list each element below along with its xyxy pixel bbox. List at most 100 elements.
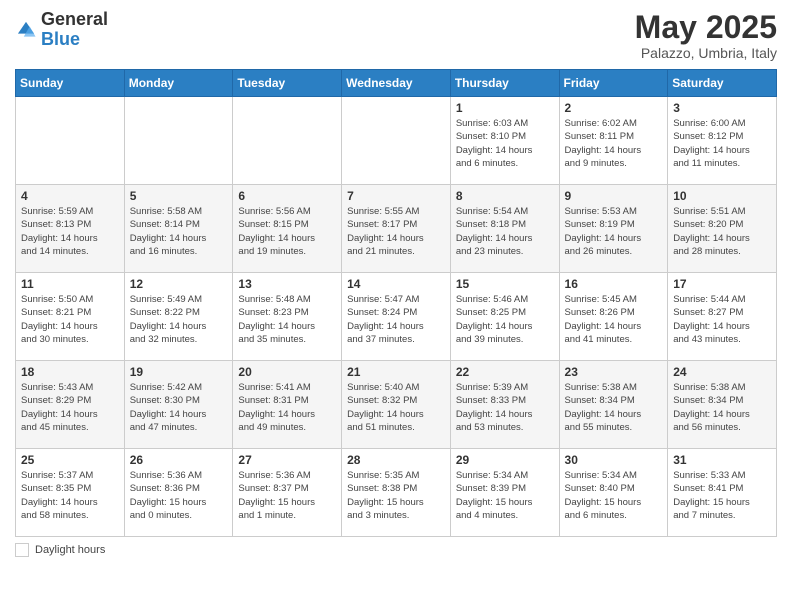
logo-icon [15,19,37,41]
day-cell: 20 Sunrise: 5:41 AM Sunset: 8:31 PM Dayli… [233,361,342,449]
day-cell: 28 Sunrise: 5:35 AM Sunset: 8:38 PM Dayli… [342,449,451,537]
footer: Daylight hours [15,543,777,557]
day-number: 6 [238,189,336,203]
daylight-label: Daylight hours [35,544,105,556]
col-monday: Monday [124,70,233,97]
day-info: Sunrise: 5:44 AM Sunset: 8:27 PM Dayligh… [673,293,771,346]
day-number: 9 [565,189,663,203]
day-number: 23 [565,365,663,379]
day-cell: 2Sunrise: 6:02 AM Sunset: 8:11 PM Daylig… [559,97,668,185]
day-number: 10 [673,189,771,203]
day-number: 12 [130,277,228,291]
day-cell [342,97,451,185]
day-cell [16,97,125,185]
logo-text: General Blue [41,10,108,50]
col-friday: Friday [559,70,668,97]
day-number: 5 [130,189,228,203]
week-row-2: 4Sunrise: 5:59 AM Sunset: 8:13 PM Daylig… [16,185,777,273]
day-cell: 22 Sunrise: 5:39 AM Sunset: 8:33 PM Dayli… [450,361,559,449]
daylight-box-icon [15,543,29,557]
day-cell: 30Sunrise: 5:34 AM Sunset: 8:40 PM Dayli… [559,449,668,537]
day-info: Sunrise: 5:51 AM Sunset: 8:20 PM Dayligh… [673,205,771,258]
day-number: 20 [238,365,336,379]
day-info: Sunrise: 5:43 AM Sunset: 8:29 PM Dayligh… [21,381,119,434]
day-cell: 1 Sunrise: 6:03 AM Sunset: 8:10 PM Daylig… [450,97,559,185]
day-cell: 6Sunrise: 5:56 AM Sunset: 8:15 PM Daylig… [233,185,342,273]
day-number: 8 [456,189,554,203]
day-number: 11 [21,277,119,291]
logo: General Blue [15,10,108,50]
day-number: 13 [238,277,336,291]
day-info: Sunrise: 5:37 AM Sunset: 8:35 PM Dayligh… [21,469,119,522]
day-number: 3 [673,101,771,115]
day-number: 14 [347,277,445,291]
day-number: 4 [21,189,119,203]
day-cell: 19 Sunrise: 5:42 AM Sunset: 8:30 PM Dayli… [124,361,233,449]
day-number: 19 [130,365,228,379]
day-number: 2 [565,101,663,115]
day-info: Sunrise: 5:39 AM Sunset: 8:33 PM Dayligh… [456,381,554,434]
day-info: Sunrise: 5:41 AM Sunset: 8:31 PM Dayligh… [238,381,336,434]
day-cell: 11 Sunrise: 5:50 AM Sunset: 8:21 PM Dayli… [16,273,125,361]
day-info: Sunrise: 5:33 AM Sunset: 8:41 PM Dayligh… [673,469,771,522]
day-number: 15 [456,277,554,291]
day-info: Sunrise: 5:48 AM Sunset: 8:23 PM Dayligh… [238,293,336,346]
day-number: 22 [456,365,554,379]
month-title: May 2025 [635,10,777,45]
title-block: May 2025 Palazzo, Umbria, Italy [635,10,777,61]
day-info: Sunrise: 5:49 AM Sunset: 8:22 PM Dayligh… [130,293,228,346]
day-info: Sunrise: 5:46 AM Sunset: 8:25 PM Dayligh… [456,293,554,346]
day-number: 29 [456,453,554,467]
day-number: 24 [673,365,771,379]
day-info: Sunrise: 5:40 AM Sunset: 8:32 PM Dayligh… [347,381,445,434]
day-cell: 18 Sunrise: 5:43 AM Sunset: 8:29 PM Dayli… [16,361,125,449]
col-wednesday: Wednesday [342,70,451,97]
day-cell: 17Sunrise: 5:44 AM Sunset: 8:27 PM Dayli… [668,273,777,361]
day-info: Sunrise: 5:42 AM Sunset: 8:30 PM Dayligh… [130,381,228,434]
week-row-1: 1 Sunrise: 6:03 AM Sunset: 8:10 PM Daylig… [16,97,777,185]
day-cell: 14Sunrise: 5:47 AM Sunset: 8:24 PM Dayli… [342,273,451,361]
day-cell: 16Sunrise: 5:45 AM Sunset: 8:26 PM Dayli… [559,273,668,361]
day-cell: 9Sunrise: 5:53 AM Sunset: 8:19 PM Daylig… [559,185,668,273]
day-cell: 31 Sunrise: 5:33 AM Sunset: 8:41 PM Dayli… [668,449,777,537]
day-number: 26 [130,453,228,467]
day-info: Sunrise: 5:55 AM Sunset: 8:17 PM Dayligh… [347,205,445,258]
day-cell: 10 Sunrise: 5:51 AM Sunset: 8:20 PM Dayli… [668,185,777,273]
header: General Blue May 2025 Palazzo, Umbria, I… [15,10,777,61]
day-cell: 29 Sunrise: 5:34 AM Sunset: 8:39 PM Dayli… [450,449,559,537]
day-cell: 3Sunrise: 6:00 AM Sunset: 8:12 PM Daylig… [668,97,777,185]
calendar-body: 1 Sunrise: 6:03 AM Sunset: 8:10 PM Daylig… [16,97,777,537]
day-cell [124,97,233,185]
day-cell: 21 Sunrise: 5:40 AM Sunset: 8:32 PM Dayli… [342,361,451,449]
day-info: Sunrise: 5:50 AM Sunset: 8:21 PM Dayligh… [21,293,119,346]
day-info: Sunrise: 5:36 AM Sunset: 8:37 PM Dayligh… [238,469,336,522]
day-cell: 4Sunrise: 5:59 AM Sunset: 8:13 PM Daylig… [16,185,125,273]
day-number: 25 [21,453,119,467]
day-info: Sunrise: 5:45 AM Sunset: 8:26 PM Dayligh… [565,293,663,346]
day-number: 28 [347,453,445,467]
day-number: 21 [347,365,445,379]
day-info: Sunrise: 5:35 AM Sunset: 8:38 PM Dayligh… [347,469,445,522]
logo-blue: Blue [41,29,80,49]
day-info: Sunrise: 5:34 AM Sunset: 8:39 PM Dayligh… [456,469,554,522]
day-cell: 24 Sunrise: 5:38 AM Sunset: 8:34 PM Dayli… [668,361,777,449]
page: General Blue May 2025 Palazzo, Umbria, I… [0,0,792,612]
day-cell [233,97,342,185]
day-number: 18 [21,365,119,379]
day-cell: 23 Sunrise: 5:38 AM Sunset: 8:34 PM Dayli… [559,361,668,449]
week-row-3: 11 Sunrise: 5:50 AM Sunset: 8:21 PM Dayli… [16,273,777,361]
col-thursday: Thursday [450,70,559,97]
week-row-5: 25 Sunrise: 5:37 AM Sunset: 8:35 PM Dayli… [16,449,777,537]
day-number: 1 [456,101,554,115]
day-cell: 12 Sunrise: 5:49 AM Sunset: 8:22 PM Dayli… [124,273,233,361]
day-info: Sunrise: 5:38 AM Sunset: 8:34 PM Dayligh… [565,381,663,434]
day-info: Sunrise: 6:03 AM Sunset: 8:10 PM Dayligh… [456,117,554,170]
day-number: 31 [673,453,771,467]
day-info: Sunrise: 5:36 AM Sunset: 8:36 PM Dayligh… [130,469,228,522]
day-info: Sunrise: 5:54 AM Sunset: 8:18 PM Dayligh… [456,205,554,258]
day-info: Sunrise: 5:38 AM Sunset: 8:34 PM Dayligh… [673,381,771,434]
header-row: Sunday Monday Tuesday Wednesday Thursday… [16,70,777,97]
calendar-table: Sunday Monday Tuesday Wednesday Thursday… [15,69,777,537]
day-cell: 13 Sunrise: 5:48 AM Sunset: 8:23 PM Dayli… [233,273,342,361]
day-cell: 8 Sunrise: 5:54 AM Sunset: 8:18 PM Daylig… [450,185,559,273]
